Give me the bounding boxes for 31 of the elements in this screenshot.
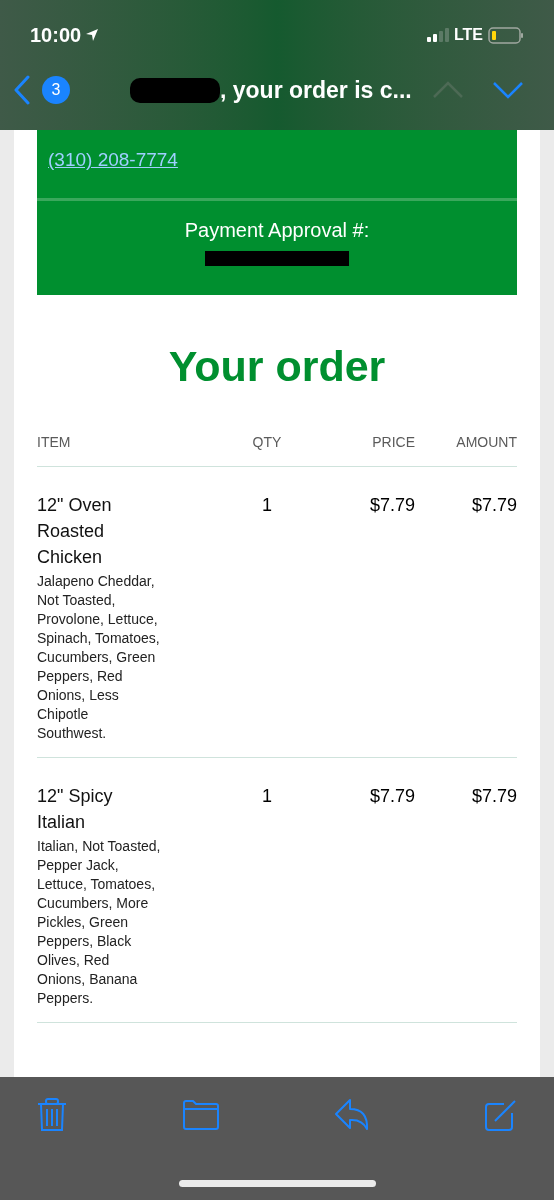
email-subject: , your order is c...	[220, 75, 412, 105]
signal-icon	[426, 28, 449, 42]
folder-icon[interactable]	[182, 1099, 220, 1131]
order-title: Your order	[167, 345, 387, 388]
column-header: PRICE	[371, 432, 415, 452]
back-icon[interactable]	[12, 75, 32, 105]
chevron-down-icon[interactable]	[491, 80, 524, 100]
item-options: Jalapeno Cheddar, Not Toasted, Provolone, Lettuce, Spinach, Tomatoes, Cucumbers, Green Peppers, Red Onions, Less Chipotle Southwest.	[37, 572, 161, 743]
reply-icon[interactable]	[334, 1098, 370, 1132]
compose-icon[interactable]	[484, 1098, 518, 1132]
trash-icon[interactable]	[36, 1097, 68, 1133]
phone-link[interactable]: (310) 208-7774	[48, 149, 178, 170]
chevron-up-icon[interactable]	[431, 80, 464, 100]
item-name: 12" Spicy Italian	[37, 785, 114, 834]
location-arrow-icon	[85, 28, 100, 42]
price-cell-text: $7.79	[368, 494, 415, 517]
item-options: Italian, Not Toasted, Pepper Jack, Lettuce, Tomatoes, Cucumbers, More Pickles, Green Peppers, Black Olives, Red Onions, Banana Peppers.	[37, 837, 161, 1008]
column-header: QTY	[251, 432, 283, 452]
quantity-cell-text: 1	[261, 494, 273, 517]
battery-icon	[488, 26, 524, 44]
column-header: ITEM	[37, 432, 72, 452]
clock-time: 10:00	[30, 23, 82, 48]
quantity-cell-text: 1	[261, 785, 273, 808]
column-header: AMOUNT	[455, 432, 517, 452]
network-label: LTE	[453, 25, 483, 45]
item-name: 12" Oven Roasted Chicken	[37, 494, 113, 569]
approval-label: Payment Approval #:	[184, 218, 370, 243]
amount-cell-text: $7.79	[470, 494, 517, 517]
price-cell-text: $7.79	[368, 785, 415, 808]
amount-cell-text: $7.79	[470, 785, 517, 808]
unread-badge: 3	[42, 76, 70, 104]
